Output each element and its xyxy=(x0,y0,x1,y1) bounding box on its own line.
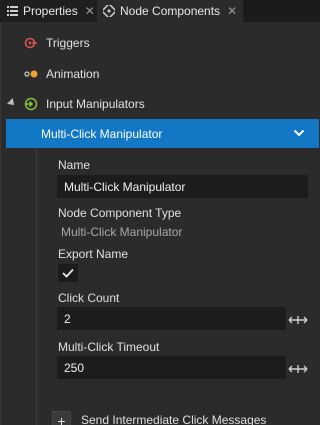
tree-item-animation[interactable]: Animation xyxy=(1,58,319,89)
trigger-icon xyxy=(24,36,38,50)
tab-node-components-label: Node Components xyxy=(120,4,221,18)
click-count-label: Click Count xyxy=(58,291,120,305)
tree-item-label: Input Manipulators xyxy=(46,97,145,111)
node-component-type-value: Multi-Click Manipulator xyxy=(61,225,183,239)
drag-value-icon[interactable] xyxy=(288,314,308,326)
click-count-value: 2 xyxy=(64,312,71,326)
multi-click-timeout-label: Multi-Click Timeout xyxy=(58,340,160,354)
tab-properties-label: Properties xyxy=(23,4,78,18)
node-component-type-label: Node Component Type xyxy=(58,206,182,220)
name-field-value: Multi-Click Manipulator xyxy=(64,180,186,194)
drag-value-icon[interactable] xyxy=(288,363,308,375)
chevron-down-icon[interactable] xyxy=(293,127,305,139)
export-name-checkbox[interactable] xyxy=(58,264,78,282)
properties-section: Name Multi-Click Manipulator Node Compon… xyxy=(36,148,319,425)
close-icon[interactable]: ✕ xyxy=(85,4,95,18)
animation-icon xyxy=(24,67,38,81)
tree-item-input-manipulators[interactable]: Input Manipulators xyxy=(1,88,319,119)
tree-item-label: Triggers xyxy=(46,36,90,50)
add-action-label: Send Intermediate Click Messages xyxy=(81,413,267,425)
tree-item-label: Multi-Click Manipulator xyxy=(41,127,163,141)
name-field[interactable]: Multi-Click Manipulator xyxy=(57,175,308,198)
expander-icon[interactable] xyxy=(7,98,17,108)
tree-item-label: Animation xyxy=(46,67,100,81)
checkmark-icon xyxy=(62,268,74,278)
close-icon[interactable]: ✕ xyxy=(227,4,237,18)
add-send-intermediate-click-messages-button[interactable]: + xyxy=(52,411,71,425)
multi-click-timeout-field[interactable]: 250 xyxy=(57,356,286,379)
tab-bar: Properties ✕ Node Components ✕ xyxy=(0,0,320,22)
tree-item-multi-click-manipulator[interactable]: Multi-Click Manipulator xyxy=(6,119,319,148)
name-label: Name xyxy=(58,158,91,172)
input-manipulator-icon xyxy=(24,97,38,111)
tab-properties[interactable]: Properties ✕ xyxy=(0,0,97,22)
multi-click-timeout-value: 250 xyxy=(64,361,85,375)
tab-node-components[interactable]: Node Components ✕ xyxy=(97,0,243,22)
components-icon xyxy=(102,4,116,18)
export-name-label: Export Name xyxy=(58,247,129,261)
click-count-field[interactable]: 2 xyxy=(57,307,286,330)
node-components-panel: Triggers Animation Input Manipulators Mu… xyxy=(0,22,320,425)
tree-item-triggers[interactable]: Triggers xyxy=(1,27,319,58)
list-icon xyxy=(5,4,19,18)
